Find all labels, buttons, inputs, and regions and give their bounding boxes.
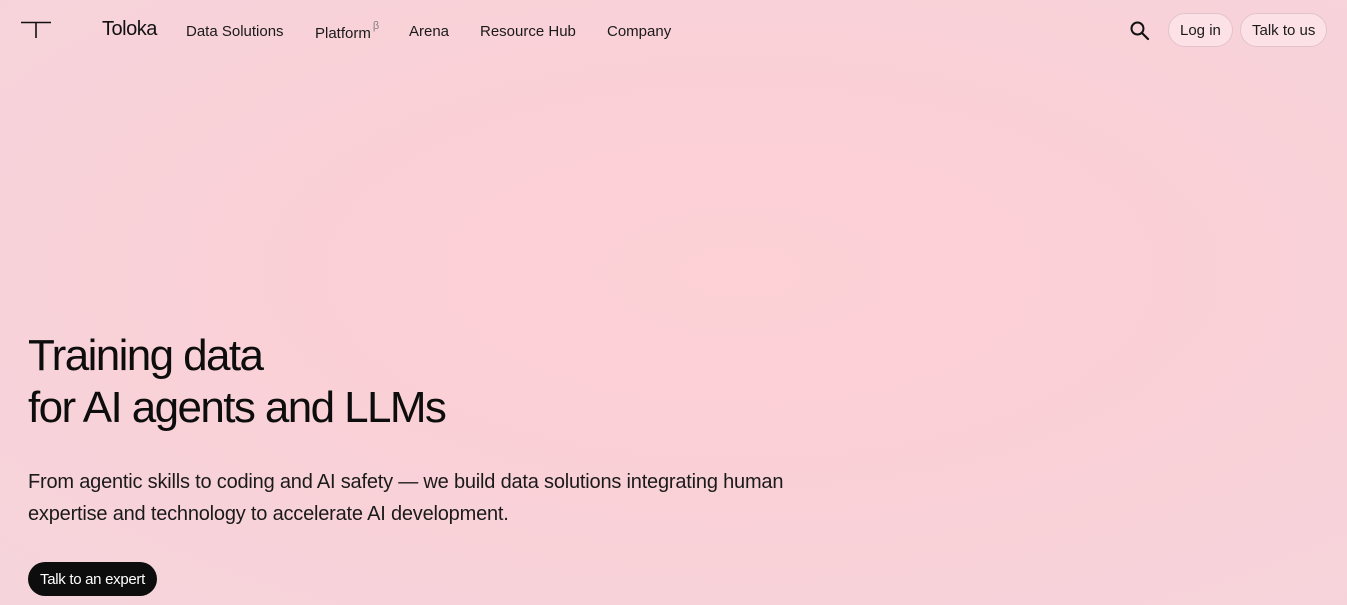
login-button[interactable]: Log in [1168,13,1233,47]
nav-data-solutions-label: Data Solutions [186,23,284,40]
search-icon [1130,21,1150,41]
hero-title-line-2: for AI agents and LLMs [28,383,447,432]
beta-badge: β [372,20,380,32]
nav-platform-label: Platform [315,25,371,42]
hero-title-line-1: Training data [28,331,264,380]
site-header: Toloka Data Solutions Platform β Arena Re… [0,0,1347,62]
hero-title: Training data for AI agents and LLMs [28,330,447,434]
hero-subtitle: From agentic skills to coding and AI saf… [28,471,784,525]
search-button[interactable] [1128,19,1152,43]
nav-company[interactable]: Company [607,23,671,40]
nav-arena-label: Arena [409,23,450,40]
brand-name[interactable]: Toloka [102,18,157,41]
toloka-logo-icon[interactable] [20,21,52,39]
nav-company-label: Company [607,23,672,40]
talk-to-expert-button[interactable]: Talk to an expert [28,562,157,596]
nav-arena[interactable]: Arena [409,23,449,40]
nav-resource-hub[interactable]: Resource Hub [480,23,576,40]
nav-data-solutions[interactable]: Data Solutions [186,23,284,40]
talk-to-us-button[interactable]: Talk to us [1240,13,1328,47]
nav-resource-hub-label: Resource Hub [480,23,576,40]
nav-platform[interactable]: Platform β [315,20,380,42]
